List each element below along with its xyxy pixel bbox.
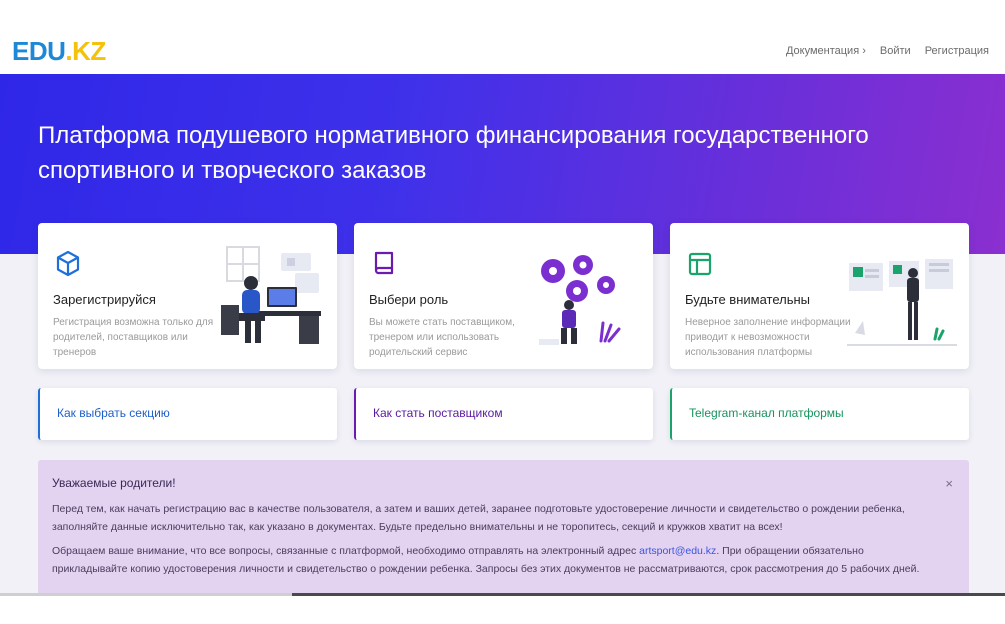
link-how-to-become-provider-label: Как стать поставщиком	[373, 406, 503, 420]
header: EDU.KZ Документация › Войти Регистрация	[0, 0, 1005, 74]
link-how-to-choose-section-label: Как выбрать секцию	[57, 406, 170, 420]
link-how-to-become-provider[interactable]: Как стать поставщиком	[354, 388, 653, 440]
link-how-to-choose-section[interactable]: Как выбрать секцию	[38, 388, 337, 440]
card-be-attentive-desc: Неверное заполнение информации приводит …	[685, 317, 851, 358]
card-be-attentive[interactable]: Будьте внимательны Неверное заполнение и…	[670, 223, 969, 369]
card-choose-role[interactable]: Выбери роль Вы можете стать поставщиком,…	[354, 223, 653, 369]
nav-login-link[interactable]: Войти	[880, 45, 911, 57]
layout-icon	[688, 252, 712, 276]
logo[interactable]: EDU.KZ	[12, 36, 106, 66]
bottom-divider-left	[0, 593, 292, 596]
card-register[interactable]: Зарегистрируйся Регистрация возможна тол…	[38, 223, 337, 369]
alert-paragraph-2: Обращаем ваше внимание, что все вопросы,…	[52, 542, 932, 578]
gears-person-illustration	[539, 255, 621, 345]
nav-documentation-link[interactable]: Документация ›	[786, 45, 866, 57]
bottom-divider-right	[292, 593, 1005, 596]
hero-title: Платформа подушевого нормативного финанс…	[38, 122, 869, 184]
top-nav: Документация › Войти Регистрация	[786, 45, 989, 57]
link-telegram-channel-label: Telegram-канал платформы	[689, 406, 844, 420]
alert-title: Уважаемые родители!	[52, 476, 176, 490]
logo-part-kz: .KZ	[65, 36, 106, 66]
alert-paragraph-1: Перед тем, как начать регистрацию вас в …	[52, 503, 905, 533]
person-at-board-illustration	[847, 259, 957, 346]
alert-paragraph-2-start: Обращаем ваше внимание, что все вопросы,…	[52, 545, 640, 557]
link-telegram-channel[interactable]: Telegram-канал платформы	[670, 388, 969, 440]
logo-part-edu: EDU	[12, 36, 66, 66]
card-register-desc: Регистрация возможна только для родителе…	[53, 317, 214, 358]
card-choose-role-title: Выбери роль	[369, 292, 449, 307]
person-at-computer-illustration	[221, 246, 321, 344]
book-icon	[374, 251, 394, 275]
parents-notice-alert: Уважаемые родители! × Перед тем, как нач…	[38, 460, 969, 596]
alert-close-button[interactable]: ×	[945, 476, 953, 491]
card-choose-role-desc: Вы можете стать поставщиком, тренером ил…	[369, 317, 515, 358]
cube-icon	[56, 250, 80, 277]
card-register-title: Зарегистрируйся	[53, 292, 156, 307]
support-email-link[interactable]: artsport@edu.kz	[639, 545, 716, 557]
card-be-attentive-title: Будьте внимательны	[685, 292, 811, 307]
nav-register-link[interactable]: Регистрация	[925, 45, 989, 57]
